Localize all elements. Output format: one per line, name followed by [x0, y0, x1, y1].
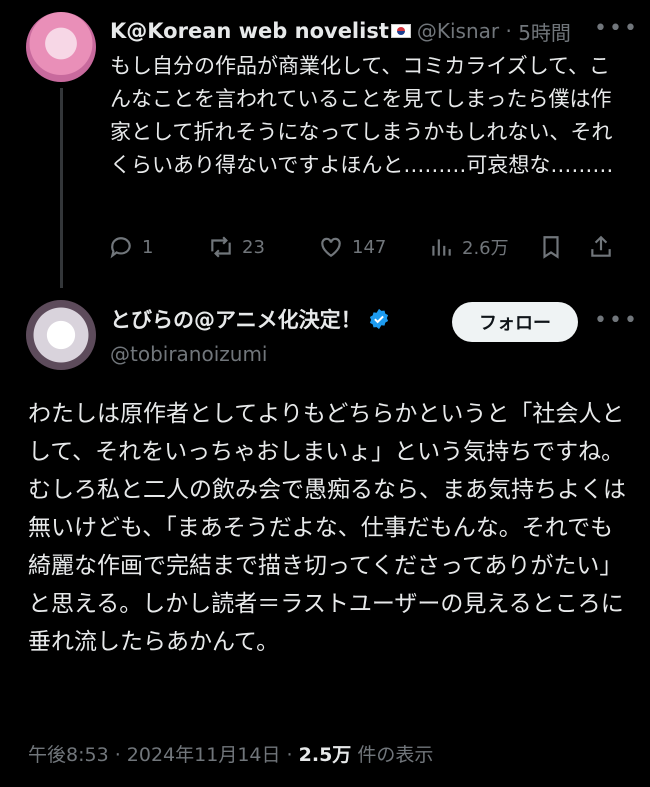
like-button[interactable]: 147 [318, 234, 428, 260]
display-name[interactable]: K@Korean web novelist [110, 19, 389, 43]
action-bar: 1 23 147 2.6万 [108, 234, 628, 260]
timestamp[interactable]: 5時間 [518, 17, 571, 46]
reply-tweet: K@Korean web novelist @Kisnar · 5時間 ••• … [0, 0, 650, 290]
share-icon [591, 235, 611, 257]
more-options-icon[interactable]: ••• [594, 16, 639, 41]
verified-badge-icon [369, 308, 388, 330]
bookmark-icon [543, 236, 559, 259]
tweet-header: K@Korean web novelist @Kisnar · 5時間 [110, 16, 580, 46]
tweet-text: わたしは原作者としてよりもどちらかというと「社会人として、それをいっちゃおしまい… [28, 401, 626, 655]
avatar[interactable] [26, 300, 96, 370]
tweet-text: もし自分の作品が商業化して、コミカライズして、こんなことを言われていることを見て… [110, 54, 614, 177]
tweet-meta: 午後8:53 · 2024年11月14日 · 2.5万 件の表示 [28, 740, 433, 767]
timestamp[interactable]: 午後8:53 · 2024年11月14日 · [28, 744, 299, 766]
tweet-header: とびらの@アニメ化決定！ @tobiranoizumi [110, 304, 390, 366]
views-icon [432, 239, 451, 256]
views-count: 2.5万 [298, 744, 352, 766]
avatar[interactable] [26, 12, 96, 82]
follow-button[interactable]: フォロー [452, 302, 578, 342]
bookmark-button[interactable] [538, 234, 588, 260]
repost-count: 23 [242, 236, 265, 258]
views-button[interactable]: 2.6万 [428, 234, 538, 260]
handle[interactable]: @tobiranoizumi [110, 342, 390, 366]
handle[interactable]: @Kisnar [417, 19, 499, 43]
like-count: 147 [352, 236, 387, 258]
repost-icon [211, 236, 231, 258]
heart-icon [321, 237, 341, 257]
reply-count: 1 [142, 236, 154, 258]
more-options-icon[interactable]: ••• [594, 308, 639, 333]
views-label: 件の表示 [351, 744, 434, 766]
display-name[interactable]: とびらの@アニメ化決定！ [110, 304, 362, 334]
korea-flag-icon [390, 24, 411, 38]
reply-icon [110, 237, 131, 259]
repost-button[interactable]: 23 [208, 234, 318, 260]
views-count: 2.6万 [462, 238, 509, 259]
reply-button[interactable]: 1 [108, 234, 208, 260]
thread-line [60, 88, 63, 288]
share-button[interactable] [588, 234, 622, 260]
